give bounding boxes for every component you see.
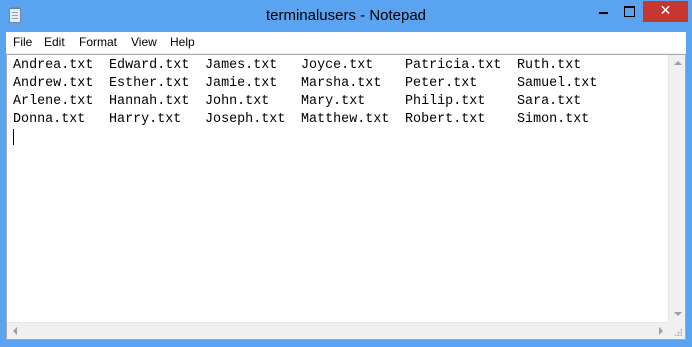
file-name: John.txt (205, 94, 270, 109)
file-name: Andrea.txt (13, 58, 94, 73)
vertical-scrollbar[interactable] (668, 55, 685, 322)
menu-file[interactable]: File (13, 32, 32, 53)
minimize-icon (598, 12, 608, 14)
file-name: Esther.txt (109, 76, 190, 91)
text-line: Donna.txt Harry.txt Joseph.txt Matthew.t… (13, 111, 589, 129)
file-name: Harry.txt (109, 112, 182, 127)
file-name: Donna.txt (13, 112, 86, 127)
file-name: Samuel.txt (517, 76, 598, 91)
file-name: Matthew.txt (301, 112, 390, 127)
scroll-right-icon[interactable] (652, 323, 669, 339)
close-icon: ✕ (659, 3, 672, 19)
resize-grip-icon[interactable] (668, 322, 685, 339)
text-line: Andrew.txt Esther.txt Jamie.txt Marsha.t… (13, 75, 597, 93)
file-name: Ruth.txt (517, 58, 582, 73)
file-name: Sara.txt (517, 94, 582, 109)
file-name: Philip.txt (405, 94, 486, 109)
file-name: Peter.txt (405, 76, 478, 91)
menu-format[interactable]: Format (79, 32, 117, 53)
menu-bar: File Edit Format View Help (6, 32, 686, 54)
file-name: Andrew.txt (13, 76, 94, 91)
scroll-left-icon[interactable] (7, 323, 24, 339)
maximize-button[interactable] (616, 1, 642, 22)
text-caret (13, 129, 14, 145)
close-button[interactable]: ✕ (643, 1, 688, 22)
file-name: Arlene.txt (13, 94, 94, 109)
scroll-down-icon[interactable] (669, 305, 685, 322)
menu-help[interactable]: Help (170, 32, 195, 53)
menu-edit[interactable]: Edit (44, 32, 65, 53)
file-name: Joyce.txt (301, 58, 374, 73)
file-name: Joseph.txt (205, 112, 286, 127)
file-name: Hannah.txt (109, 94, 190, 109)
menu-view[interactable]: View (131, 32, 157, 53)
notepad-window: terminalusers - Notepad ✕ File Edit Form… (0, 0, 692, 347)
file-name: Marsha.txt (301, 76, 382, 91)
file-name: Simon.txt (517, 112, 590, 127)
text-editor[interactable]: Andrea.txt Edward.txt James.txt Joyce.tx… (6, 54, 686, 340)
file-name: Mary.txt (301, 94, 366, 109)
document-text[interactable]: Andrea.txt Edward.txt James.txt Joyce.tx… (13, 57, 597, 165)
scroll-up-icon[interactable] (669, 55, 685, 72)
window-title: terminalusers - Notepad (265, 7, 427, 24)
file-name: Edward.txt (109, 58, 190, 73)
horizontal-scrollbar[interactable] (7, 322, 669, 339)
minimize-button[interactable] (590, 1, 616, 22)
title-bar[interactable]: terminalusers - Notepad ✕ (0, 0, 692, 32)
file-name: James.txt (205, 58, 278, 73)
text-line: Andrea.txt Edward.txt James.txt Joyce.tx… (13, 57, 581, 75)
file-name: Jamie.txt (205, 76, 278, 91)
maximize-icon (623, 6, 635, 17)
text-line: Arlene.txt Hannah.txt John.txt Mary.txt … (13, 93, 581, 111)
file-name: Patricia.txt (405, 58, 502, 73)
file-name: Robert.txt (405, 112, 486, 127)
